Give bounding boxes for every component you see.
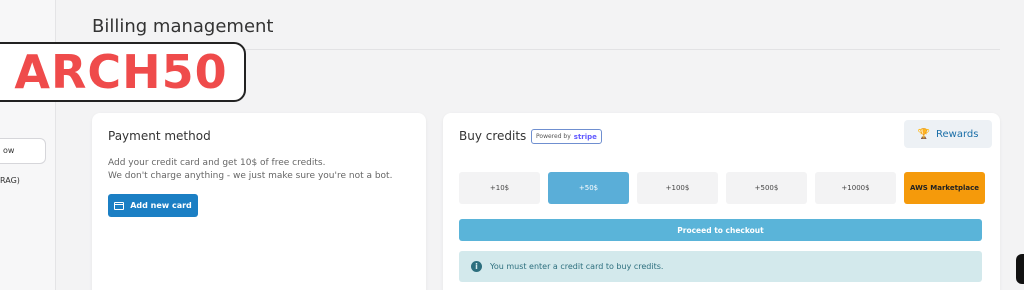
amount-option-50[interactable]: +50$: [548, 172, 629, 204]
payment-method-card: Payment method Add your credit card and …: [92, 113, 426, 290]
rewards-button[interactable]: 🏆 Rewards: [904, 120, 992, 148]
watermark-logo: ARCH50: [0, 42, 246, 102]
amount-option-1000[interactable]: +1000$: [815, 172, 896, 204]
amount-option-100[interactable]: +100$: [637, 172, 718, 204]
trophy-icon: 🏆: [917, 128, 930, 140]
credit-amount-options: +10$ +50$ +100$ +500$ +1000$ AWS Marketp…: [459, 172, 985, 204]
info-message: You must enter a credit card to buy cred…: [490, 262, 664, 271]
add-new-card-label: Add new card: [130, 201, 192, 210]
payment-description-line: We don't charge anything - we just make …: [108, 171, 393, 181]
powered-by-label: Powered by: [536, 133, 571, 140]
add-new-card-button[interactable]: Add new card: [108, 194, 198, 217]
rewards-label: Rewards: [936, 128, 979, 140]
amount-option-10[interactable]: +10$: [459, 172, 540, 204]
chat-widget-button[interactable]: [1016, 254, 1024, 284]
proceed-to-checkout-button[interactable]: Proceed to checkout: [459, 219, 982, 241]
payment-description-line: Add your credit card and get 10$ of free…: [108, 158, 326, 168]
info-icon: i: [471, 261, 482, 272]
amount-option-aws-marketplace[interactable]: AWS Marketplace: [904, 172, 985, 204]
buy-credits-title: Buy credits: [459, 129, 527, 143]
credit-card-icon: [114, 201, 125, 210]
buy-credits-card: Buy credits Powered by stripe 🏆 Rewards …: [443, 113, 1000, 290]
watermark-text: ARCH50: [14, 45, 228, 99]
powered-by-stripe-badge: Powered by stripe: [531, 129, 602, 144]
info-alert: i You must enter a credit card to buy cr…: [459, 251, 982, 282]
payment-method-title: Payment method: [108, 129, 211, 143]
sidebar-item[interactable]: RAG): [0, 176, 20, 185]
payment-method-description: Add your credit card and get 10$ of free…: [108, 157, 392, 183]
sidebar-item-selected[interactable]: ow: [0, 138, 46, 164]
amount-option-500[interactable]: +500$: [726, 172, 807, 204]
page-title: Billing management: [92, 16, 274, 37]
stripe-logo: stripe: [573, 132, 597, 141]
